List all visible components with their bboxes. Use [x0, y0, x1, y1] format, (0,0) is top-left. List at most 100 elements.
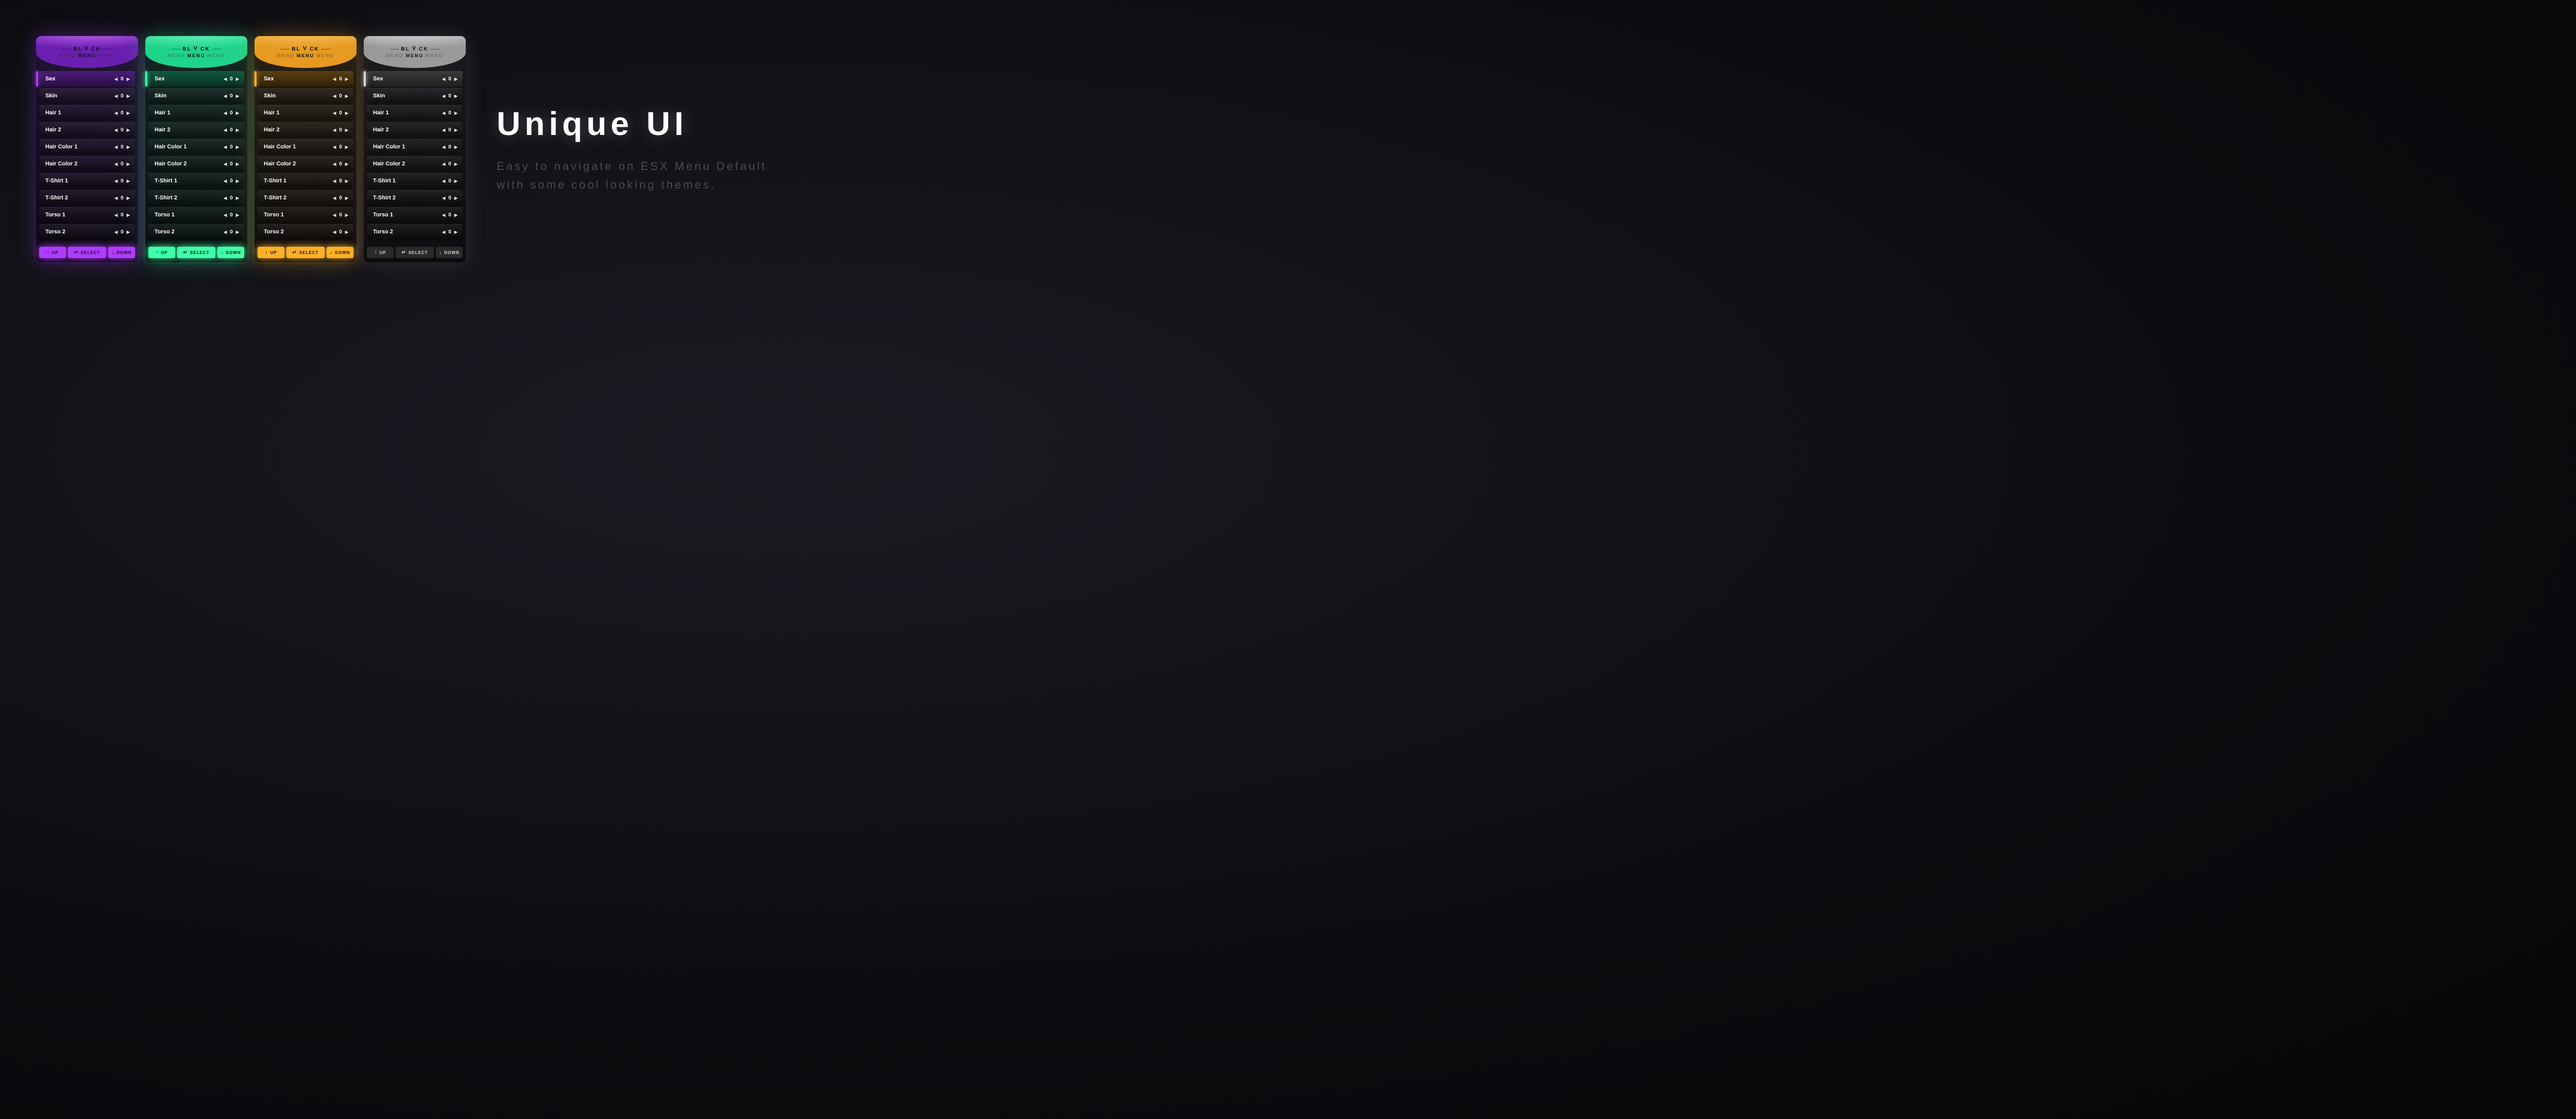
value-stepper[interactable]: ◀0▶ — [333, 161, 348, 167]
menu-item[interactable]: Torso 2◀0▶ — [39, 224, 135, 240]
arrow-left-icon[interactable]: ◀ — [224, 94, 227, 98]
menu-item[interactable]: Hair 2◀0▶ — [39, 122, 135, 138]
arrow-right-icon[interactable]: ▶ — [345, 94, 348, 98]
arrow-right-icon[interactable]: ▶ — [345, 77, 348, 81]
arrow-left-icon[interactable]: ◀ — [333, 77, 336, 81]
arrow-right-icon[interactable]: ▶ — [345, 179, 348, 183]
value-stepper[interactable]: ◀0▶ — [442, 127, 457, 133]
menu-item[interactable]: Sex◀0▶ — [367, 71, 463, 87]
menu-item[interactable]: Skin◀0▶ — [367, 88, 463, 104]
arrow-right-icon[interactable]: ▶ — [454, 213, 457, 217]
value-stepper[interactable]: ◀0▶ — [333, 76, 348, 82]
value-stepper[interactable]: ◀0▶ — [224, 127, 239, 133]
menu-item[interactable]: Hair Color 2◀0▶ — [148, 156, 244, 172]
arrow-right-icon[interactable]: ▶ — [127, 128, 130, 132]
menu-item[interactable]: Hair 2◀0▶ — [367, 122, 463, 138]
arrow-left-icon[interactable]: ◀ — [114, 230, 117, 234]
arrow-left-icon[interactable]: ◀ — [442, 162, 445, 166]
arrow-left-icon[interactable]: ◀ — [114, 162, 117, 166]
arrow-left-icon[interactable]: ◀ — [224, 162, 227, 166]
value-stepper[interactable]: ◀0▶ — [442, 110, 457, 116]
value-stepper[interactable]: ◀0▶ — [224, 229, 239, 235]
menu-item[interactable]: Skin◀0▶ — [39, 88, 135, 104]
value-stepper[interactable]: ◀0▶ — [114, 76, 130, 82]
value-stepper[interactable]: ◀0▶ — [114, 144, 130, 150]
value-stepper[interactable]: ◀0▶ — [114, 178, 130, 184]
arrow-right-icon[interactable]: ▶ — [345, 128, 348, 132]
value-stepper[interactable]: ◀0▶ — [224, 195, 239, 201]
arrow-right-icon[interactable]: ▶ — [345, 213, 348, 217]
value-stepper[interactable]: ◀0▶ — [333, 93, 348, 99]
arrow-right-icon[interactable]: ▶ — [345, 111, 348, 115]
arrow-left-icon[interactable]: ◀ — [224, 128, 227, 132]
arrow-left-icon[interactable]: ◀ — [114, 77, 117, 81]
arrow-right-icon[interactable]: ▶ — [127, 77, 130, 81]
arrow-left-icon[interactable]: ◀ — [442, 128, 445, 132]
value-stepper[interactable]: ◀0▶ — [114, 110, 130, 116]
arrow-right-icon[interactable]: ▶ — [236, 162, 239, 166]
arrow-left-icon[interactable]: ◀ — [114, 179, 117, 183]
value-stepper[interactable]: ◀0▶ — [224, 161, 239, 167]
menu-item[interactable]: Torso 2◀0▶ — [148, 224, 244, 240]
menu-item[interactable]: Hair Color 2◀0▶ — [367, 156, 463, 172]
menu-item[interactable]: T-Shirt 1◀0▶ — [367, 173, 463, 189]
arrow-right-icon[interactable]: ▶ — [127, 145, 130, 149]
value-stepper[interactable]: ◀0▶ — [333, 110, 348, 116]
menu-item[interactable]: Torso 2◀0▶ — [258, 224, 353, 240]
value-stepper[interactable]: ◀0▶ — [333, 127, 348, 133]
value-stepper[interactable]: ◀0▶ — [114, 229, 130, 235]
value-stepper[interactable]: ◀0▶ — [224, 93, 239, 99]
arrow-right-icon[interactable]: ▶ — [454, 162, 457, 166]
arrow-right-icon[interactable]: ▶ — [236, 179, 239, 183]
arrow-right-icon[interactable]: ▶ — [454, 94, 457, 98]
arrow-right-icon[interactable]: ▶ — [345, 145, 348, 149]
menu-item[interactable]: Skin◀0▶ — [258, 88, 353, 104]
down-button[interactable]: ↓DOWN — [217, 247, 244, 258]
arrow-right-icon[interactable]: ▶ — [127, 196, 130, 200]
arrow-left-icon[interactable]: ◀ — [114, 196, 117, 200]
arrow-left-icon[interactable]: ◀ — [442, 94, 445, 98]
arrow-left-icon[interactable]: ◀ — [224, 145, 227, 149]
menu-item[interactable]: T-Shirt 1◀0▶ — [258, 173, 353, 189]
menu-item[interactable]: Skin◀0▶ — [148, 88, 244, 104]
menu-item[interactable]: Hair 2◀0▶ — [258, 122, 353, 138]
arrow-left-icon[interactable]: ◀ — [224, 179, 227, 183]
arrow-left-icon[interactable]: ◀ — [114, 94, 117, 98]
value-stepper[interactable]: ◀0▶ — [114, 161, 130, 167]
menu-item[interactable]: Hair Color 1◀0▶ — [367, 139, 463, 155]
arrow-right-icon[interactable]: ▶ — [127, 94, 130, 98]
menu-item[interactable]: Sex◀0▶ — [258, 71, 353, 87]
arrow-right-icon[interactable]: ▶ — [236, 196, 239, 200]
arrow-right-icon[interactable]: ▶ — [127, 111, 130, 115]
menu-item[interactable]: Torso 1◀0▶ — [367, 207, 463, 223]
down-button[interactable]: ↓DOWN — [436, 247, 463, 258]
menu-item[interactable]: T-Shirt 2◀0▶ — [367, 190, 463, 206]
select-button[interactable]: ↵SELECT — [396, 247, 434, 258]
arrow-left-icon[interactable]: ◀ — [114, 145, 117, 149]
arrow-right-icon[interactable]: ▶ — [236, 111, 239, 115]
arrow-left-icon[interactable]: ◀ — [224, 111, 227, 115]
value-stepper[interactable]: ◀0▶ — [442, 76, 457, 82]
menu-item[interactable]: Hair Color 1◀0▶ — [258, 139, 353, 155]
arrow-right-icon[interactable]: ▶ — [454, 77, 457, 81]
value-stepper[interactable]: ◀0▶ — [333, 212, 348, 218]
arrow-left-icon[interactable]: ◀ — [333, 196, 336, 200]
value-stepper[interactable]: ◀0▶ — [114, 195, 130, 201]
up-button[interactable]: ↑UP — [367, 247, 394, 258]
value-stepper[interactable]: ◀0▶ — [114, 127, 130, 133]
value-stepper[interactable]: ◀0▶ — [442, 144, 457, 150]
arrow-right-icon[interactable]: ▶ — [236, 213, 239, 217]
menu-item[interactable]: Hair 1◀0▶ — [39, 105, 135, 121]
arrow-left-icon[interactable]: ◀ — [442, 179, 445, 183]
arrow-right-icon[interactable]: ▶ — [345, 196, 348, 200]
menu-item[interactable]: T-Shirt 1◀0▶ — [39, 173, 135, 189]
value-stepper[interactable]: ◀0▶ — [224, 76, 239, 82]
menu-item[interactable]: Hair 1◀0▶ — [258, 105, 353, 121]
arrow-right-icon[interactable]: ▶ — [454, 145, 457, 149]
arrow-left-icon[interactable]: ◀ — [333, 111, 336, 115]
arrow-right-icon[interactable]: ▶ — [454, 128, 457, 132]
arrow-right-icon[interactable]: ▶ — [127, 230, 130, 234]
arrow-left-icon[interactable]: ◀ — [442, 230, 445, 234]
arrow-left-icon[interactable]: ◀ — [114, 111, 117, 115]
value-stepper[interactable]: ◀0▶ — [224, 110, 239, 116]
